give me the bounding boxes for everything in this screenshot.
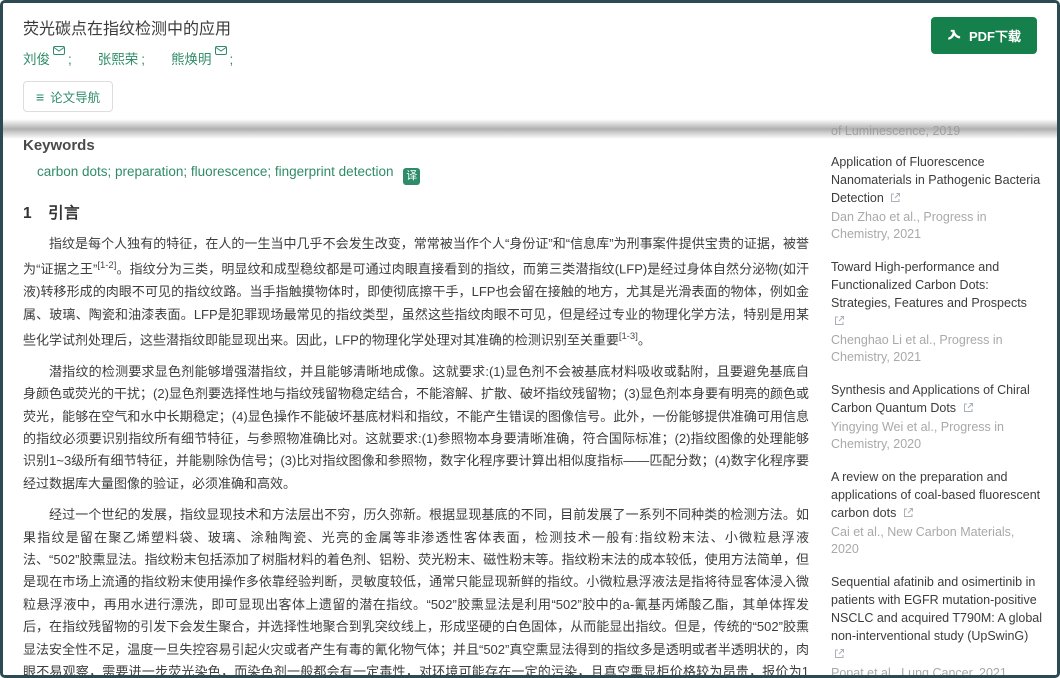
article-page: 荧光碳点在指纹检测中的应用 刘俊; 张熙荣; 熊焕明; ≡ 论文导航 PDF下载 K… bbox=[0, 0, 1060, 678]
related-article: Synthesis and Applications of Chiral Car… bbox=[831, 381, 1043, 453]
page-title: 荧光碳点在指纹检测中的应用 bbox=[23, 15, 1037, 39]
related-article-title[interactable]: Application of Fluorescence Nanomaterial… bbox=[831, 155, 1040, 205]
related-article-meta: Dan Zhao et al., Progress in Chemistry, … bbox=[831, 209, 1043, 243]
related-article-title[interactable]: Toward High-performance and Functionaliz… bbox=[831, 260, 1027, 328]
author-list: 刘俊; 张熙荣; 熊焕明; bbox=[23, 48, 1037, 68]
external-link-icon bbox=[834, 315, 845, 326]
related-article-meta: Chenghao Li et al., Progress in Chemistr… bbox=[831, 332, 1043, 366]
related-article-title[interactable]: A review on the preparation and applicat… bbox=[831, 470, 1040, 520]
email-icon bbox=[215, 46, 227, 55]
related-article-title[interactable]: Sequential afatinib and osimertinib in p… bbox=[831, 575, 1042, 661]
keywords-heading: Keywords bbox=[23, 137, 809, 154]
pdf-icon bbox=[947, 28, 962, 43]
author-link[interactable]: 张熙荣; bbox=[98, 48, 145, 68]
translate-badge[interactable]: 译 bbox=[403, 168, 420, 185]
paper-navigation-label: 论文导航 bbox=[50, 87, 100, 106]
email-icon bbox=[53, 46, 65, 55]
author-name: 张熙荣 bbox=[98, 52, 139, 67]
author-link[interactable]: 熊焕明; bbox=[171, 48, 233, 68]
related-article-meta: Yingying Wei et al., Progress in Chemist… bbox=[831, 419, 1043, 453]
citation-ref[interactable]: [1-2] bbox=[97, 260, 116, 271]
pdf-download-label: PDF下载 bbox=[969, 26, 1021, 45]
body-paragraph: 经过一个世纪的发展，指纹显现技术和方法层出不穷，历久弥新。根据显现基底的不同，目… bbox=[23, 504, 809, 675]
citation-ref[interactable]: [1-3] bbox=[619, 331, 638, 342]
related-article-partial-meta: of Luminescence, 2019 bbox=[831, 123, 1043, 140]
hamburger-icon: ≡ bbox=[36, 90, 44, 104]
external-link-icon bbox=[890, 192, 901, 203]
external-link-icon bbox=[903, 507, 914, 518]
related-list: Application of Fluorescence Nanomaterial… bbox=[831, 153, 1043, 675]
author-link[interactable]: 刘俊; bbox=[23, 48, 72, 68]
related-article: Toward High-performance and Functionaliz… bbox=[831, 258, 1043, 366]
related-article: Sequential afatinib and osimertinib in p… bbox=[831, 573, 1043, 675]
related-article: Application of Fluorescence Nanomaterial… bbox=[831, 153, 1043, 243]
external-link-icon bbox=[834, 648, 845, 659]
body-paragraph: 指纹是每个人独有的特征，在人的一生当中几乎不会发生改变，常常被当作个人“身份证”… bbox=[23, 233, 809, 352]
body-paragraph: 潜指纹的检测要求显色剂能够增强潜指纹，并且能够清晰地成像。这就要求:(1)显色剂… bbox=[23, 361, 809, 495]
section-heading: 1 引言 bbox=[23, 201, 809, 223]
related-articles-sidebar: of Luminescence, 2019 Application of Flu… bbox=[831, 121, 1043, 675]
keywords-line: carbon dots; preparation; fluorescence; … bbox=[37, 164, 809, 185]
article-body: 指纹是每个人独有的特征，在人的一生当中几乎不会发生改变，常常被当作个人“身份证”… bbox=[23, 233, 809, 675]
article-header: 荧光碳点在指纹检测中的应用 刘俊; 张熙荣; 熊焕明; ≡ 论文导航 PDF下载 bbox=[3, 3, 1057, 121]
related-article-meta: Popat et al., Lung Cancer, 2021 bbox=[831, 665, 1043, 675]
related-article-title[interactable]: Synthesis and Applications of Chiral Car… bbox=[831, 383, 1030, 415]
content-area: Keywords carbon dots; preparation; fluor… bbox=[3, 121, 1057, 675]
author-name: 刘俊 bbox=[23, 52, 50, 67]
paper-navigation-button[interactable]: ≡ 论文导航 bbox=[23, 81, 113, 112]
external-link-icon bbox=[963, 402, 974, 413]
author-name: 熊焕明 bbox=[171, 52, 212, 67]
related-article: A review on the preparation and applicat… bbox=[831, 468, 1043, 558]
article-main: Keywords carbon dots; preparation; fluor… bbox=[23, 121, 809, 675]
keywords-text[interactable]: carbon dots; preparation; fluorescence; … bbox=[37, 164, 393, 179]
pdf-download-button[interactable]: PDF下载 bbox=[931, 17, 1037, 54]
related-article-meta: Cai et al., New Carbon Materials, 2020 bbox=[831, 524, 1043, 558]
